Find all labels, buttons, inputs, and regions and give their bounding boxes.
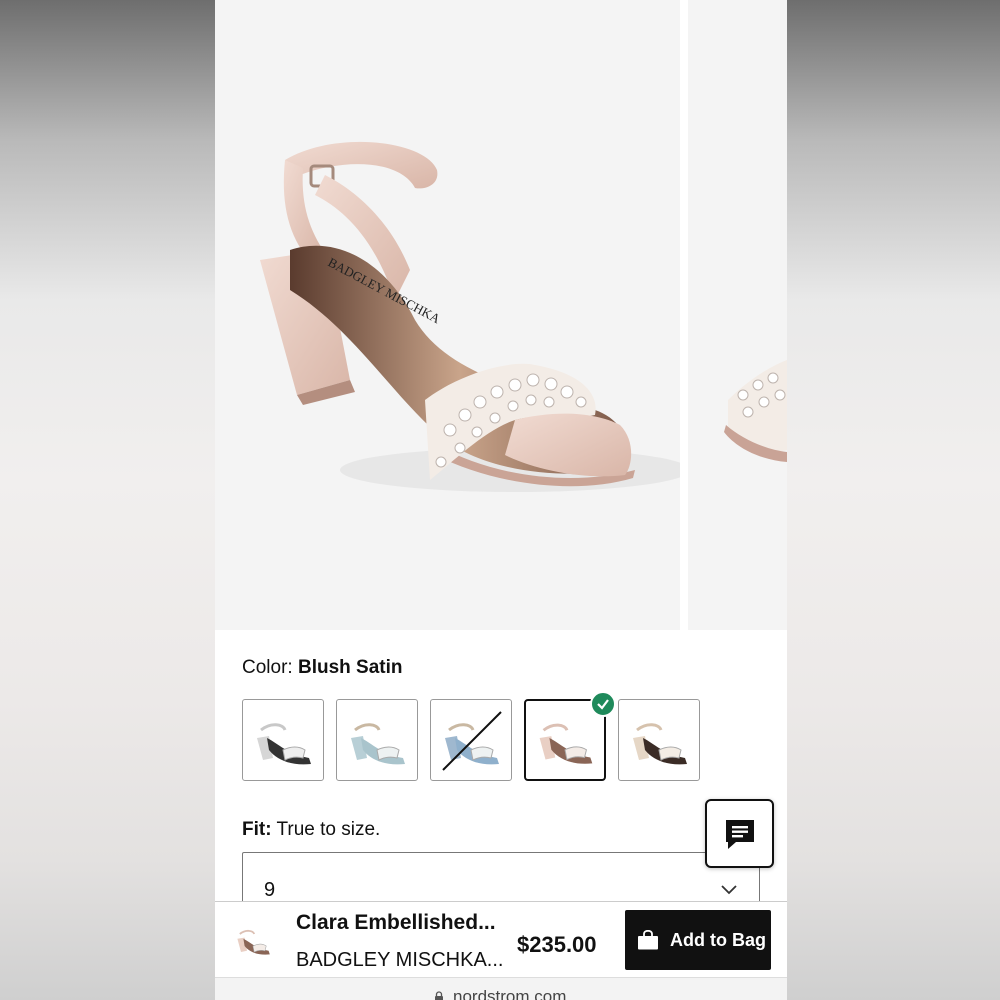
fit-label: Fit: (242, 819, 272, 840)
blurred-background-right (787, 0, 1000, 1000)
sandal-illustration: BADGLEY MISCHKA (260, 141, 690, 492)
sandal-blue-icon (442, 711, 502, 771)
sandal-silver-icon (257, 723, 311, 765)
swatch-silver[interactable] (242, 699, 324, 781)
color-swatches (242, 691, 700, 781)
browser-url-bar[interactable]: nordstrom.com (215, 977, 787, 1000)
mobile-screen: BADGLEY MISCHKA Color: Blush Satin Fit: … (215, 0, 787, 1000)
size-value: 9 (264, 879, 276, 901)
blurred-background-left (0, 0, 215, 1000)
swatch-light-blue[interactable] (336, 699, 418, 781)
selected-color-name: Blush Satin (297, 657, 403, 678)
product-thumbnail (237, 929, 270, 955)
fit-row: Fit: True to size. (242, 819, 380, 841)
add-to-bag-button[interactable]: Add to Bag (625, 910, 771, 970)
color-label: Color: (242, 657, 293, 678)
chat-button[interactable] (705, 799, 774, 868)
fit-value: True to size. (276, 819, 381, 840)
product-image-next[interactable] (688, 0, 787, 630)
sticky-product-name: Clara Embellished... (296, 911, 496, 934)
sandal-partial-illustration (724, 360, 787, 462)
swatch-blue-unavailable[interactable] (430, 699, 512, 781)
swatch-blush-selected[interactable] (524, 691, 616, 781)
sticky-add-to-bag-bar: Clara Embellished... BADGLEY MISCHKA... … (215, 901, 787, 977)
lock-icon (435, 991, 443, 1000)
sandal-champagne-icon (633, 723, 687, 765)
chat-icon (726, 820, 754, 849)
sticky-price: $235.00 (517, 932, 597, 957)
selected-check-icon (590, 691, 616, 717)
sandal-light-blue-icon (351, 723, 405, 765)
sticky-brand-name: BADGLEY MISCHKA... (296, 949, 504, 971)
swatch-champagne[interactable] (618, 699, 700, 781)
product-image-main[interactable]: BADGLEY MISCHKA (215, 0, 690, 630)
color-label-row: Color: Blush Satin (242, 657, 402, 679)
chevron-down-icon (721, 885, 737, 895)
url-text: nordstrom.com (453, 987, 567, 1000)
add-to-bag-label: Add to Bag (670, 930, 766, 950)
shopping-bag-icon (638, 930, 658, 950)
